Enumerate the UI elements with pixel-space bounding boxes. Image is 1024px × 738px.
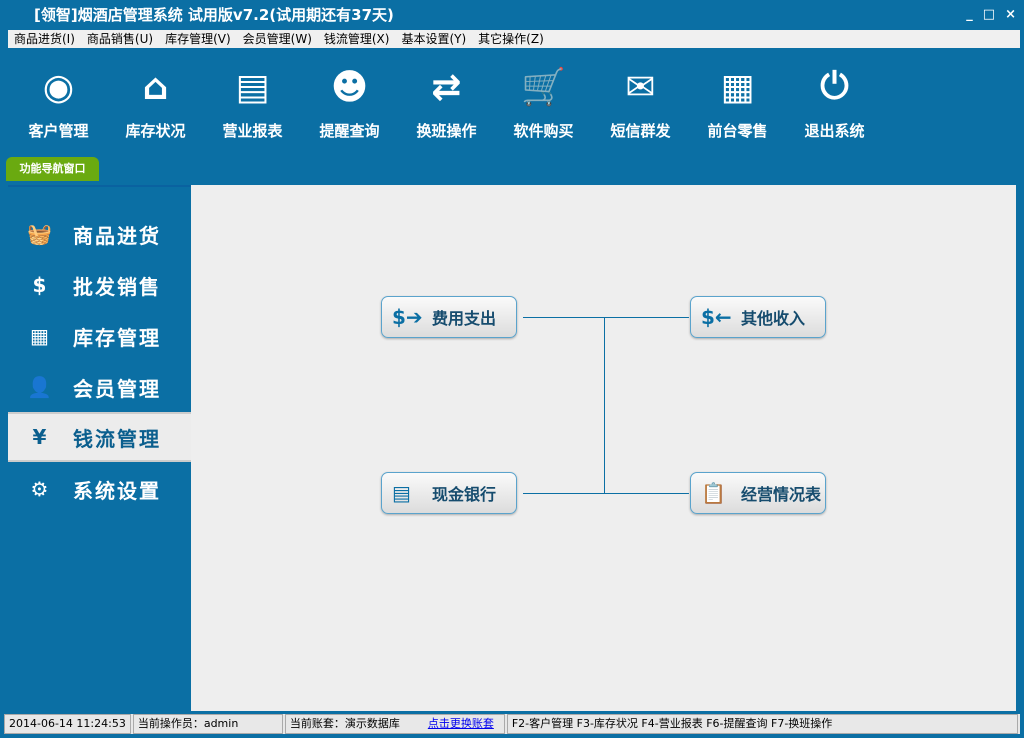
connector-line xyxy=(604,317,605,494)
sidebar-item-label: 库存管理 xyxy=(73,325,161,350)
tool-label: 提醒查询 xyxy=(319,122,380,140)
basket-icon: 🧺 xyxy=(27,222,54,246)
tool-label: 库存状况 xyxy=(125,122,186,140)
user-circle-icon: ◉ xyxy=(42,66,75,108)
menu-members[interactable]: 会员管理(W) xyxy=(237,30,318,48)
money-in-icon: $← xyxy=(701,305,732,329)
sidebar-item-wholesale[interactable]: $ 批发销售 xyxy=(8,260,191,310)
window-title: [领智]烟酒店管理系统 试用版v7.2(试用期还有37天) xyxy=(34,6,394,24)
status-operator: 当前操作员：admin xyxy=(132,714,283,734)
sidebar-item-label: 系统设置 xyxy=(73,478,161,503)
connector-line xyxy=(523,493,689,494)
cart-icon: 🛒 xyxy=(521,67,566,108)
tool-label: 客户管理 xyxy=(28,122,89,140)
sidebar-item-label: 批发销售 xyxy=(73,274,161,299)
menu-settings[interactable]: 基本设置(Y) xyxy=(395,30,472,48)
business-report-button[interactable]: 📋 经营情况表 xyxy=(690,472,826,514)
yen-icon: ¥ xyxy=(32,425,49,449)
connector-line xyxy=(523,317,689,318)
tool-shift[interactable]: ⇄ 换班操作 xyxy=(398,62,495,141)
sidebar-item-label: 会员管理 xyxy=(73,376,161,401)
envelope-icon: ✉ xyxy=(625,66,656,108)
function-panel: $➔ 费用支出 $← 其他收入 ▤ 现金银行 📋 经营情况表 xyxy=(191,185,1016,711)
button-label: 经营情况表 xyxy=(741,485,822,504)
title-bar: [领智]烟酒店管理系统 试用版v7.2(试用期还有37天) _ □ × xyxy=(0,0,1024,30)
tool-stock[interactable]: ⌂ 库存状况 xyxy=(107,62,204,141)
sidebar-item-settings[interactable]: ⚙ 系统设置 xyxy=(8,464,191,514)
tool-label: 营业报表 xyxy=(222,122,283,140)
sidebar-item-label: 钱流管理 xyxy=(73,426,161,451)
status-account: 当前账套：演示数据库 点击更换账套 xyxy=(284,714,505,734)
other-income-button[interactable]: $← 其他收入 xyxy=(690,296,826,338)
sidebar-item-label: 商品进货 xyxy=(73,223,161,248)
status-datetime: 2014-06-14 11:24:53 xyxy=(4,714,131,734)
sidebar-item-inventory[interactable]: ▦ 库存管理 xyxy=(8,311,191,361)
menu-other[interactable]: 其它操作(Z) xyxy=(472,30,550,48)
close-button[interactable]: × xyxy=(1005,0,1016,30)
swap-arrows-icon: ⇄ xyxy=(431,66,462,108)
tool-buy[interactable]: 🛒 软件购买 xyxy=(495,62,592,141)
gear-icon: ⚙ xyxy=(30,477,51,501)
tool-retail[interactable]: ▦ 前台零售 xyxy=(689,62,786,141)
cash-register-icon: ▦ xyxy=(720,66,755,108)
button-label: 费用支出 xyxy=(432,309,497,328)
button-label: 现金银行 xyxy=(432,485,497,504)
tool-exit[interactable]: ⏻ 退出系统 xyxy=(786,62,883,141)
status-shortcuts: F2-客户管理 F3-库存状况 F4-营业报表 F6-提醒查询 F7-换班操作 xyxy=(506,714,1018,734)
switch-account-link[interactable]: 点击更换账套 xyxy=(424,715,498,733)
sidebar-item-purchase[interactable]: 🧺 商品进货 xyxy=(8,209,191,259)
menu-purchase[interactable]: 商品进货(I) xyxy=(8,30,81,48)
house-icon: ⌂ xyxy=(142,66,169,108)
user-icon: 👤 xyxy=(27,375,54,399)
status-account-text: 当前账套：演示数据库 xyxy=(289,717,400,730)
tool-label: 短信群发 xyxy=(610,122,671,140)
menu-sales[interactable]: 商品销售(U) xyxy=(81,30,159,48)
tool-report[interactable]: ▤ 营业报表 xyxy=(204,62,301,141)
menu-cashflow[interactable]: 钱流管理(X) xyxy=(318,30,396,48)
tool-reminder[interactable]: ☻ 提醒查询 xyxy=(301,62,398,141)
button-label: 其他收入 xyxy=(741,309,806,328)
tool-sms[interactable]: ✉ 短信群发 xyxy=(592,62,689,141)
power-icon: ⏻ xyxy=(820,66,849,107)
nav-window-tab[interactable]: 功能导航窗口 xyxy=(6,157,99,181)
sidebar-item-members[interactable]: 👤 会员管理 xyxy=(8,362,191,412)
clipboard-icon: 📋 xyxy=(701,481,726,505)
tool-customer[interactable]: ◉ 客户管理 xyxy=(10,62,107,141)
minimize-button[interactable]: _ xyxy=(966,0,973,30)
tool-label: 软件购买 xyxy=(513,122,574,140)
chat-user-icon: ☻ xyxy=(330,66,369,108)
cash-bank-button[interactable]: ▤ 现金银行 xyxy=(381,472,517,514)
grid-icon: ▦ xyxy=(30,324,51,348)
expense-button[interactable]: $➔ 费用支出 xyxy=(381,296,517,338)
cash-stack-icon: ▤ xyxy=(392,481,411,505)
sidebar-item-cashflow[interactable]: ¥ 钱流管理 xyxy=(8,412,191,462)
menu-bar: 商品进货(I) 商品销售(U) 库存管理(V) 会员管理(W) 钱流管理(X) … xyxy=(8,30,1020,48)
tool-label: 换班操作 xyxy=(416,122,477,140)
sidebar: 🧺 商品进货 $ 批发销售 ▦ 库存管理 👤 会员管理 ¥ 钱流管理 ⚙ 系统设置 xyxy=(8,185,191,711)
tool-label: 前台零售 xyxy=(707,122,768,140)
menu-inventory[interactable]: 库存管理(V) xyxy=(159,30,237,48)
maximize-button[interactable]: □ xyxy=(983,0,995,30)
money-out-icon: $➔ xyxy=(392,305,423,329)
toolbar: ◉ 客户管理 ⌂ 库存状况 ▤ 营业报表 ☻ 提醒查询 ⇄ 换班操作 🛒 软件购买 ✉ 短信群… xyxy=(10,62,883,141)
status-bar: 2014-06-14 11:24:53 当前操作员：admin 当前账套：演示数… xyxy=(4,714,1020,734)
receipt-icon: $ xyxy=(32,273,49,297)
notepad-icon: ▤ xyxy=(235,66,270,108)
tool-label: 退出系统 xyxy=(804,122,865,140)
